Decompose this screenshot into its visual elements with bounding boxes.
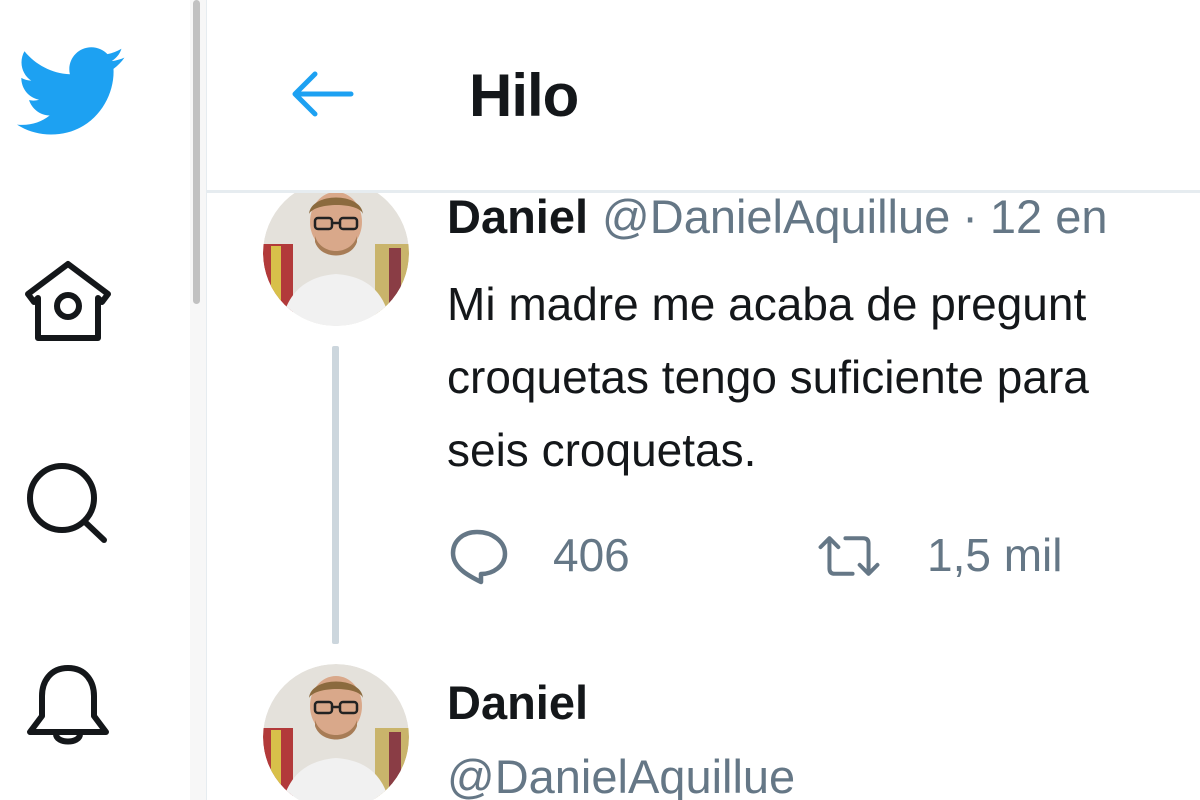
tweet-text-line: Mi madre me acaba de pregunt: [447, 278, 1087, 330]
nav-home[interactable]: [22, 258, 114, 346]
thread-connector: [332, 346, 339, 644]
tweet[interactable]: Daniel @DanielAquillue: [207, 664, 1200, 800]
tweet[interactable]: Daniel @DanielAquillue · 12 en Mi madre me …: [207, 180, 1200, 656]
tweet-text-line: croquetas tengo suficiente para: [447, 351, 1089, 403]
avatar[interactable]: [263, 664, 409, 800]
tweet-timestamp[interactable]: 12 en: [990, 190, 1108, 243]
back-arrow-icon: [292, 71, 354, 117]
back-button[interactable]: [287, 66, 357, 122]
app-window: Hilo Daniel @DanielAquillue · 12 en Mi m…: [0, 0, 1200, 800]
scrollbar-thumb[interactable]: [193, 0, 200, 304]
sidebar-nav: [0, 0, 190, 800]
nav-explore[interactable]: [22, 460, 114, 548]
avatar[interactable]: [263, 180, 409, 326]
bird-icon: [17, 47, 125, 135]
nav-notifications[interactable]: [22, 662, 114, 750]
twitter-logo-link[interactable]: [16, 44, 126, 136]
bell-icon: [27, 665, 109, 745]
tweet-actions: 406 1,5 mil: [447, 520, 1200, 590]
tweet-header: Daniel @DanielAquillue · 12 en: [447, 188, 1108, 246]
sidebar-scrollbar[interactable]: [190, 0, 207, 800]
search-icon: [27, 463, 107, 543]
reply-icon: [450, 529, 508, 585]
author-handle[interactable]: @DanielAquillue: [602, 190, 950, 243]
author-name[interactable]: Daniel: [447, 674, 588, 732]
avatar-image: [263, 180, 409, 326]
page-header: Hilo: [207, 0, 1200, 193]
page-title: Hilo: [469, 62, 579, 129]
author-handle[interactable]: @DanielAquillue: [447, 748, 795, 800]
avatar-image: [263, 664, 409, 800]
separator: ·: [962, 190, 978, 243]
home-icon: [25, 261, 111, 341]
retweet-count: 1,5 mil: [927, 529, 1063, 581]
reply-count: 406: [553, 529, 630, 581]
main-column: Hilo Daniel @DanielAquillue · 12 en Mi m…: [207, 0, 1200, 800]
tweet-text: Mi madre me acaba de pregunt croquetas t…: [447, 268, 1200, 487]
retweet-icon: [818, 536, 880, 576]
tweet-text-line: seis croquetas.: [447, 424, 757, 476]
author-name[interactable]: Daniel: [447, 190, 588, 243]
